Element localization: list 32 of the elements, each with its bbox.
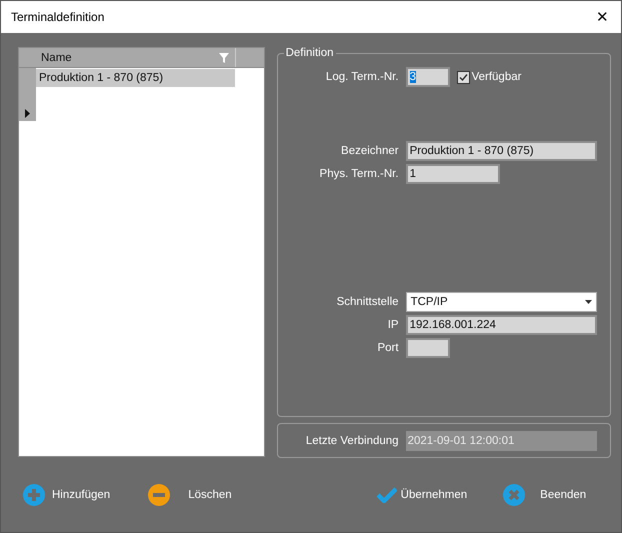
field-label: IP bbox=[386, 319, 399, 331]
checkmark-icon bbox=[376, 487, 397, 503]
field-label: Port bbox=[376, 342, 399, 354]
field-label: Bezeichner bbox=[340, 145, 399, 157]
minus-icon bbox=[148, 484, 170, 506]
toolbar-button[interactable]: Hinzufügen bbox=[23, 484, 110, 506]
input-field[interactable]: Produktion 1 - 870 (875) bbox=[406, 141, 597, 161]
group-legend: Definition bbox=[284, 47, 336, 59]
input-field[interactable]: 3 bbox=[406, 67, 450, 87]
toolbar-button[interactable]: Löschen bbox=[148, 484, 232, 506]
table-cell[interactable]: Produktion 1 - 870 (875) bbox=[36, 69, 235, 87]
field-label: Letzte Verbindung bbox=[304, 434, 399, 447]
field-label: Phys. Term.-Nr. bbox=[318, 168, 399, 180]
filter-icon[interactable] bbox=[219, 52, 229, 62]
plus-icon bbox=[23, 484, 45, 506]
close-icon bbox=[503, 484, 526, 506]
toolbar-button[interactable]: Übernehmen bbox=[376, 487, 468, 503]
column-header[interactable]: Name bbox=[37, 48, 236, 67]
close-button[interactable]: ✕ bbox=[594, 8, 611, 26]
current-row-icon bbox=[25, 109, 30, 118]
interface-dropdown[interactable]: TCP/IP bbox=[406, 292, 597, 312]
caret-icon bbox=[584, 300, 592, 304]
input-field[interactable]: 192.168.001.224 bbox=[406, 315, 597, 335]
input-field[interactable]: 1 bbox=[406, 164, 500, 184]
readonly-field: 2021-09-01 12:00:01 bbox=[406, 430, 597, 451]
toolbar-button[interactable]: Beenden bbox=[503, 484, 586, 506]
input-field[interactable] bbox=[406, 338, 450, 358]
window-title: Terminaldefinition bbox=[11, 10, 104, 24]
field-label: Log. Term.-Nr. bbox=[324, 71, 399, 83]
field-label: Schnittstelle bbox=[336, 296, 399, 308]
checkmark-icon bbox=[458, 72, 468, 82]
available-checkbox[interactable]: Verfügbar bbox=[456, 70, 522, 84]
